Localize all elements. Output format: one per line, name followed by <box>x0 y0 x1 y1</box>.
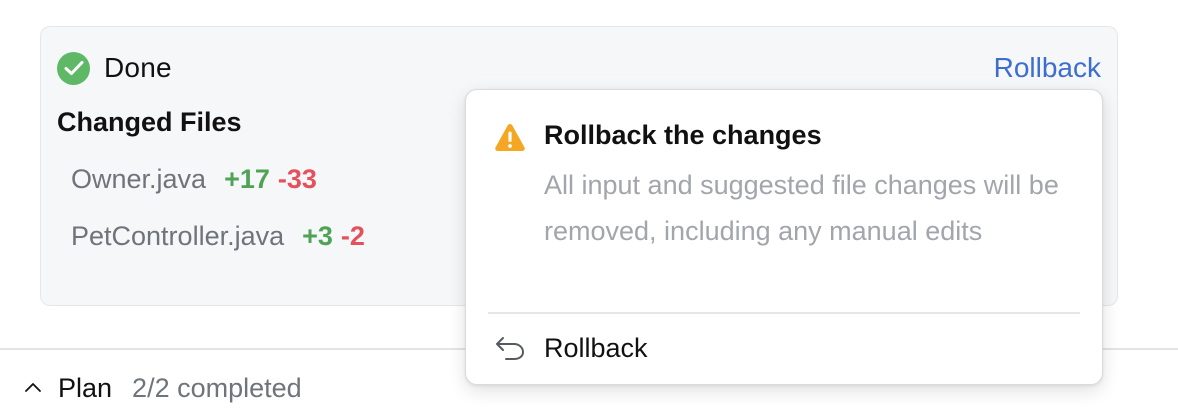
popup-title: Rollback the changes <box>544 120 822 150</box>
plan-status: 2/2 completed <box>132 372 302 403</box>
plan-label: Plan <box>58 372 113 403</box>
page: Done Rollback Changed Files Owner.java +… <box>0 0 1178 410</box>
chevron-up-icon <box>25 383 41 392</box>
status-row: Done <box>57 51 172 85</box>
check-circle-icon <box>57 51 90 85</box>
lines-added: +3 <box>302 221 333 251</box>
undo-icon <box>496 337 524 360</box>
lines-added: +17 <box>224 164 270 194</box>
lines-removed: -33 <box>277 164 317 194</box>
rollback-confirm-popup: Rollback the changes All input and sugge… <box>465 89 1103 385</box>
plan-toggle[interactable]: Plan 2/2 completed <box>24 370 302 406</box>
popup-description: All input and suggested file changes wil… <box>544 170 1059 246</box>
status-label: Done <box>104 52 172 83</box>
file-name: PetController.java <box>71 221 285 251</box>
file-name: Owner.java <box>71 164 207 194</box>
rollback-action-label: Rollback <box>544 332 648 363</box>
file-row-owner[interactable]: Owner.java +17 -33 <box>71 164 317 195</box>
file-row-pet-controller[interactable]: PetController.java +3 -2 <box>71 221 365 252</box>
rollback-link[interactable]: Rollback <box>994 51 1101 85</box>
lines-removed: -2 <box>340 221 365 251</box>
popup-divider <box>488 312 1080 314</box>
changed-files-title: Changed Files <box>57 107 242 137</box>
rollback-confirm-button[interactable]: Rollback <box>494 328 648 368</box>
warning-icon <box>495 124 525 151</box>
